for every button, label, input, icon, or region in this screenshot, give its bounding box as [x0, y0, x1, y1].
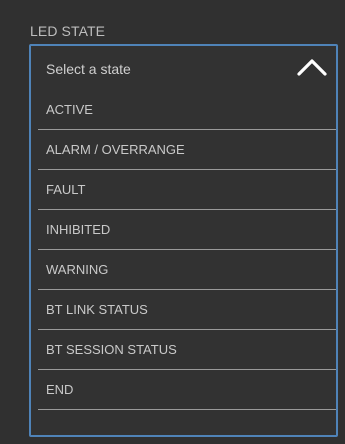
option-inhibited[interactable]: INHIBITED	[31, 210, 336, 250]
chevron-up-icon[interactable]	[296, 57, 328, 77]
led-state-dropdown[interactable]: Select a state ACTIVE ALARM / OVERRANGE …	[29, 44, 338, 437]
option-fault[interactable]: FAULT	[31, 170, 336, 210]
dropdown-options-list: ACTIVE ALARM / OVERRANGE FAULT INHIBITED…	[31, 90, 336, 410]
led-state-panel: LED STATE Select a state ACTIVE ALARM / …	[0, 0, 345, 444]
option-end[interactable]: END	[31, 370, 336, 410]
option-divider	[38, 409, 336, 410]
option-active[interactable]: ACTIVE	[31, 90, 336, 130]
option-label: WARNING	[46, 262, 109, 277]
option-label: BT SESSION STATUS	[46, 342, 177, 357]
option-bt-session-status[interactable]: BT SESSION STATUS	[31, 330, 336, 370]
option-label: ALARM / OVERRANGE	[46, 142, 185, 157]
led-state-label: LED STATE	[30, 23, 106, 39]
option-label: INHIBITED	[46, 222, 111, 237]
dropdown-header[interactable]: Select a state	[31, 46, 336, 90]
option-label: FAULT	[46, 182, 86, 197]
option-label: ACTIVE	[46, 102, 93, 117]
option-warning[interactable]: WARNING	[31, 250, 336, 290]
option-label: END	[46, 382, 74, 397]
option-alarm-overrange[interactable]: ALARM / OVERRANGE	[31, 130, 336, 170]
option-bt-link-status[interactable]: BT LINK STATUS	[31, 290, 336, 330]
option-label: BT LINK STATUS	[46, 302, 148, 317]
dropdown-placeholder: Select a state	[46, 61, 131, 77]
